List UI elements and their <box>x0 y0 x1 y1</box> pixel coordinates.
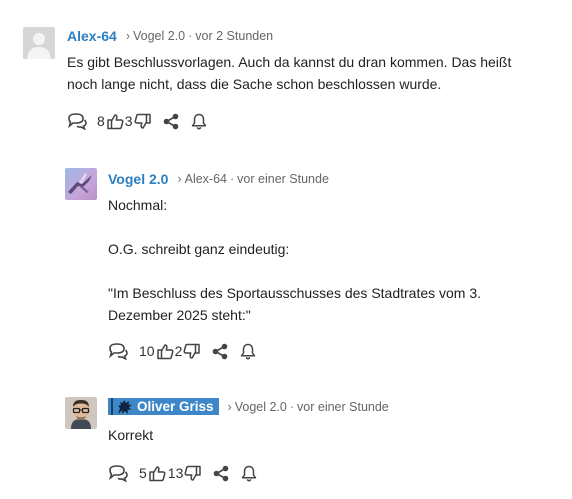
thumbs-up-icon <box>156 343 174 359</box>
avatar[interactable] <box>65 168 97 200</box>
comment-author[interactable]: Alex-64 <box>67 28 117 44</box>
upvote-button[interactable] <box>107 113 124 130</box>
share-button[interactable] <box>163 113 179 130</box>
comment-paragraph: "Im Beschluss des Sportausschusses des S… <box>108 285 482 323</box>
comment-text: Es gibt Beschlussvorlagen. Auch da kanns… <box>67 51 537 95</box>
comment-text: Nochmal: O.G. schreibt ganz eindeutig: "… <box>108 194 548 326</box>
downvote-button[interactable] <box>184 465 202 482</box>
upvote-count: 5 <box>139 465 147 481</box>
reply-marker: › <box>125 29 130 43</box>
separator-dot: · <box>188 29 193 43</box>
reply-to-user[interactable]: Vogel 2.0 <box>235 400 287 414</box>
comment-paragraph: Korrekt <box>108 427 154 443</box>
thumbs-down-icon <box>183 343 201 359</box>
thumbs-up-icon <box>107 113 124 129</box>
separator-dot: · <box>289 399 295 414</box>
badge-accent <box>111 398 113 415</box>
comment-time[interactable]: vor 2 Stunden <box>195 29 273 43</box>
avatar[interactable] <box>65 397 97 429</box>
downvote-button[interactable] <box>183 343 201 360</box>
upvote-button[interactable] <box>156 343 174 360</box>
comment-author: Oliver Griss <box>137 399 214 414</box>
downvote-count: 13 <box>167 465 184 481</box>
thumbs-up-icon <box>149 465 166 481</box>
comment-time[interactable]: vor einer Stunde <box>297 400 389 414</box>
share-button[interactable] <box>213 465 229 482</box>
comment-header: Vogel 2.0 › Alex-64 · vor einer Stunde <box>108 171 329 187</box>
staff-badge[interactable]: Oliver Griss <box>108 398 219 415</box>
comment-actions: 5 13 <box>107 464 257 482</box>
share-icon <box>214 465 229 481</box>
thumbs-down-icon <box>134 113 151 129</box>
comment-paragraph: O.G. schreibt ganz eindeutig: <box>108 241 290 257</box>
notify-button[interactable] <box>191 113 207 130</box>
downvote-count: 2 <box>174 343 183 359</box>
share-icon <box>163 113 178 129</box>
lion-logo-icon <box>118 399 132 414</box>
comment-author[interactable]: Vogel 2.0 <box>108 171 168 187</box>
upvote-button[interactable] <box>149 465 166 482</box>
notify-button[interactable] <box>241 465 257 482</box>
comment-header: Alex-64 › Vogel 2.0 · vor 2 Stunden <box>67 28 273 44</box>
bell-icon <box>242 465 257 481</box>
reply-icon <box>109 465 128 482</box>
reply-button[interactable] <box>66 112 87 130</box>
comment-paragraph: Nochmal: <box>108 197 168 213</box>
reply-to-user[interactable]: Vogel 2.0 <box>133 29 185 43</box>
reply-button[interactable] <box>107 464 128 482</box>
reply-marker: › <box>227 399 232 414</box>
downvote-count: 3 <box>124 113 133 129</box>
comment-header: Oliver Griss › Vogel 2.0 · vor einer Stu… <box>108 398 389 415</box>
reply-to-user[interactable]: Alex-64 <box>185 172 227 186</box>
comment-actions: 8 3 <box>66 112 207 130</box>
comment-paragraph: Es gibt Beschlussvorlagen. Auch da kanns… <box>67 54 512 92</box>
share-icon <box>213 343 228 359</box>
comment-text: Korrekt <box>108 424 548 446</box>
bell-icon <box>241 343 256 359</box>
reply-marker: › <box>177 172 182 186</box>
upvote-count: 10 <box>139 343 155 359</box>
upvote-count: 8 <box>97 113 105 129</box>
comment-actions: 10 2 <box>107 342 256 360</box>
avatar[interactable] <box>23 27 55 59</box>
separator-dot: · <box>230 172 235 186</box>
reply-icon <box>68 113 87 130</box>
reply-icon <box>109 343 128 360</box>
comment-time[interactable]: vor einer Stunde <box>237 172 329 186</box>
downvote-button[interactable] <box>134 113 151 130</box>
share-button[interactable] <box>212 343 228 360</box>
notify-button[interactable] <box>240 343 256 360</box>
bell-icon <box>191 113 206 129</box>
thumbs-down-icon <box>184 465 202 481</box>
reply-button[interactable] <box>107 342 128 360</box>
